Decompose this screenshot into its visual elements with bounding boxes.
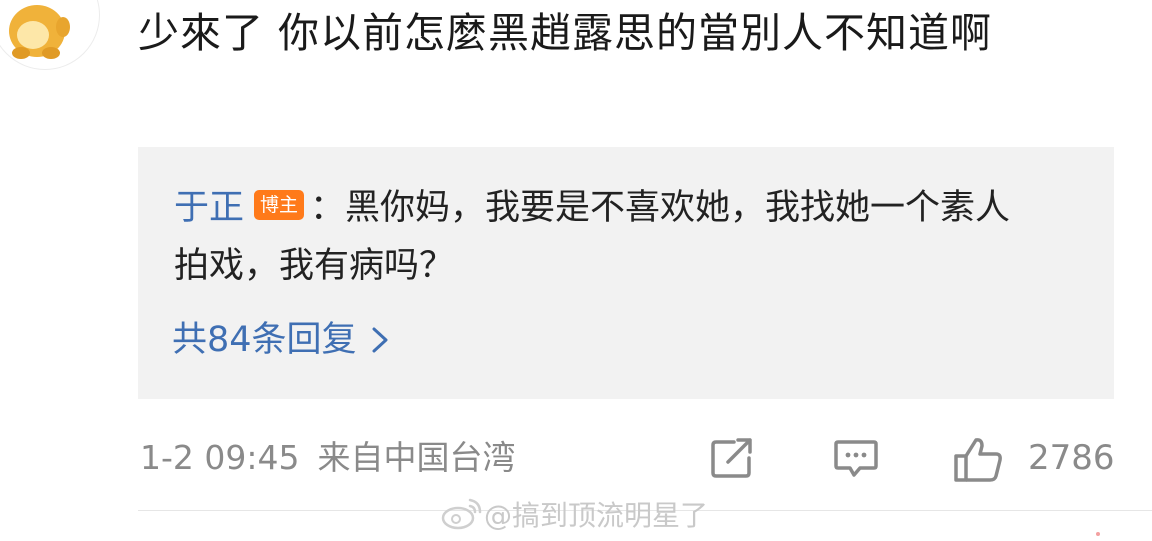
view-replies-link[interactable]: 共84条回复 bbox=[172, 315, 389, 365]
yellow-character-avatar-icon bbox=[9, 5, 70, 59]
comment-footer: 1-2 09:45 来自中国台湾 2786 bbox=[140, 430, 1115, 486]
comment-meta: 1-2 09:45 来自中国台湾 bbox=[140, 434, 516, 482]
author-badge: 博主 bbox=[254, 190, 305, 220]
reply-preview[interactable]: 于正 博主 ：黑你妈，我要是不喜欢她，我找她一个素人拍戏，我有病吗？ 共84条回复 bbox=[138, 147, 1114, 399]
comment-date: 1-2 09:45 bbox=[140, 438, 300, 477]
share-icon[interactable] bbox=[708, 436, 756, 480]
reply-content: 于正 博主 ：黑你妈，我要是不喜欢她，我找她一个素人拍戏，我有病吗？ bbox=[174, 179, 1034, 295]
like-count: 2786 bbox=[1028, 438, 1115, 478]
reply-separator: ： bbox=[310, 188, 346, 228]
comment-icon[interactable] bbox=[832, 436, 880, 480]
watermark-text: @搞到顶流明星了 bbox=[484, 499, 709, 532]
view-replies-label: 共84条回复 bbox=[172, 320, 357, 360]
reply-author[interactable]: 于正 bbox=[174, 188, 244, 228]
comment-source: 来自中国台湾 bbox=[317, 438, 516, 477]
chevron-right-icon bbox=[372, 327, 388, 353]
thumbs-up-icon[interactable] bbox=[952, 436, 1004, 484]
comment-text: 少來了 你以前怎麼黑趙露思的當別人不知道啊 bbox=[138, 9, 993, 57]
watermark: @搞到顶流明星了 bbox=[440, 494, 708, 534]
decorative-dot bbox=[1096, 532, 1100, 536]
weibo-logo-icon bbox=[441, 498, 482, 530]
avatar[interactable] bbox=[0, 0, 100, 70]
